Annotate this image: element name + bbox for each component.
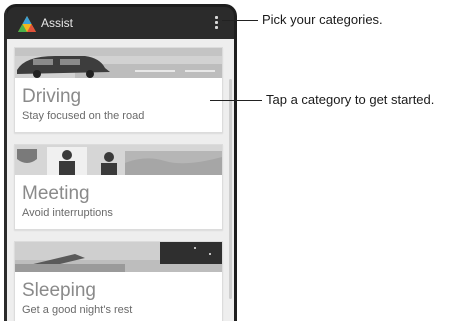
scrollbar[interactable] xyxy=(229,79,232,299)
callout-line-menu xyxy=(222,20,258,21)
category-subtitle: Get a good night's rest xyxy=(22,304,133,316)
callout-line-category xyxy=(210,100,262,101)
category-subtitle: Avoid interruptions xyxy=(22,207,113,219)
phone-frame: Assist Driving Stay focused on the road xyxy=(4,4,237,321)
category-title: Meeting xyxy=(22,183,90,204)
category-title: Sleeping xyxy=(22,280,96,301)
callout-menu: Pick your categories. xyxy=(262,12,383,27)
category-title: Driving xyxy=(22,86,82,107)
category-subtitle: Stay focused on the road xyxy=(22,110,145,122)
assist-logo-icon xyxy=(18,16,36,32)
app-title: Assist xyxy=(41,16,74,30)
category-list: Driving Stay focused on the road Meeting… xyxy=(7,39,234,321)
callout-category: Tap a category to get started. xyxy=(266,92,435,107)
category-card-meeting[interactable]: Meeting Avoid interruptions xyxy=(14,144,223,230)
category-card-driving[interactable]: Driving Stay focused on the road xyxy=(14,47,223,133)
sleeping-illustration xyxy=(15,242,222,272)
meeting-illustration xyxy=(15,145,222,175)
overflow-menu-icon[interactable] xyxy=(214,16,220,30)
app-bar: Assist xyxy=(7,7,234,39)
category-card-sleeping[interactable]: Sleeping Get a good night's rest xyxy=(14,241,223,321)
driving-illustration xyxy=(15,48,222,78)
